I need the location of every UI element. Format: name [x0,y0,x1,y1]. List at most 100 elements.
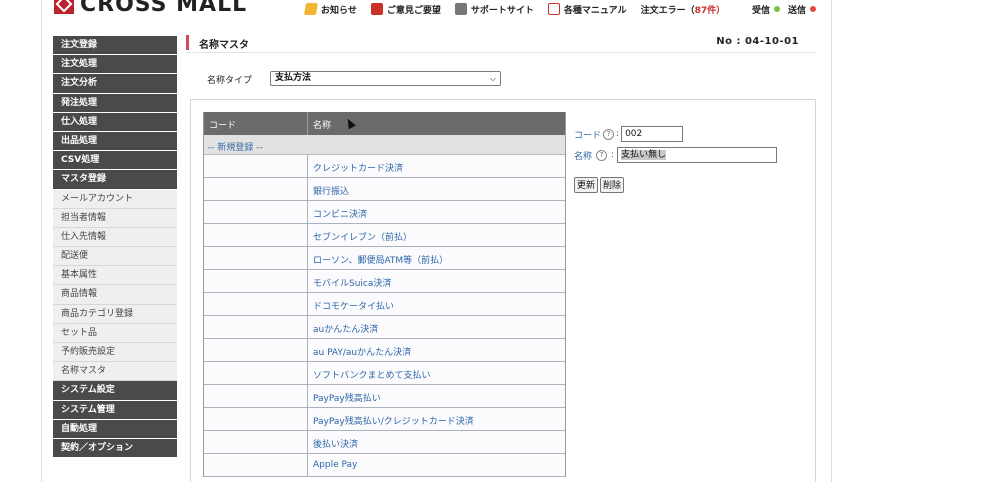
code-colon: : [616,129,620,139]
sidebar-item[interactable]: 注文処理 [53,55,177,75]
header-code: コード [204,112,308,135]
table-row[interactable]: ソフトバンクまとめて支払い [204,362,565,385]
nav-order-error[interactable]: 注文エラー（ 87件） [641,3,726,16]
send-label[interactable]: 送信 [788,3,806,16]
code-cell [204,316,308,338]
name-link[interactable]: コンビニ決済 [308,201,565,223]
name-table: コード 名称 -- 新規登録 -- クレジットカード決済 銀行振込 コンビニ決済 セブ… [203,112,566,477]
sidebar-item[interactable]: CSV処理 [53,151,177,171]
name-link[interactable]: ドコモケータイ払い [308,293,565,315]
help-icon[interactable]: ? [603,128,615,140]
name-link[interactable]: モバイルSuica決済 [308,270,565,292]
nav-manual-label: 各種マニュアル [563,5,627,16]
type-select-value: 支払方法 [275,73,312,83]
table-row[interactable]: auかんたん決済 [204,316,565,339]
code-cell [204,201,308,223]
name-link[interactable]: auかんたん決済 [308,316,565,338]
logo-mark-icon [54,0,74,14]
sidebar-item[interactable]: 自動処理 [53,419,177,439]
code-cell [204,224,308,246]
name-link[interactable]: ローソン、郵便局ATM等（前払） [308,247,565,269]
sidebar-item[interactable]: 出品処理 [53,131,177,152]
sidebar-item[interactable]: 予約販売設定 [53,343,177,363]
sidebar-item[interactable]: 仕入処理 [53,112,177,132]
nav-opinion[interactable]: ご意見ご要望 [370,3,441,16]
nav-manual[interactable]: 各種マニュアル [547,3,627,16]
name-link[interactable]: クレジットカード決済 [308,155,565,177]
name-input[interactable]: 支払い無し [617,147,778,163]
name-colon: : [611,150,615,160]
new-entry-row[interactable]: -- 新規登録 -- [204,135,565,155]
order-error-suffix: ） [716,5,726,16]
name-link[interactable]: ソフトバンクまとめて支払い [308,362,565,384]
sync-status: 受信 送信 [752,0,824,18]
sidebar-item[interactable]: 名称マスタ [53,362,177,382]
nav-news[interactable]: お知らせ [303,3,357,16]
sidebar: 注文登録 注文処理 注文分析 発注処理 仕入処理 出品処理 CSV処理 マスタ登録 メールアカウ… [53,36,177,459]
sidebar-item[interactable]: 注文登録 [53,36,177,56]
sidebar-item[interactable]: セット品 [53,323,177,343]
table-row[interactable]: Apple Pay [204,454,565,477]
table-header: コード 名称 [204,112,565,135]
name-link[interactable]: 銀行振込 [308,178,565,200]
name-link[interactable]: 後払い決済 [308,431,565,453]
sidebar-item[interactable]: システム設定 [53,381,177,401]
page-number: No : 04-10-01 [716,36,799,47]
sidebar-item[interactable]: マスタ登録 [53,170,177,190]
table-row[interactable]: ドコモケータイ払い [204,293,565,316]
sidebar-item[interactable]: 発注処理 [53,93,177,113]
name-input-selection: 支払い無し [621,150,667,160]
update-button[interactable]: 更新 [574,177,599,193]
name-link[interactable]: PayPay残高払い [308,385,565,407]
type-label: 名称タイプ [207,76,253,86]
opinion-box-icon [370,3,383,15]
delete-button[interactable]: 削除 [600,177,625,193]
logo-text: CROSS MALL [80,0,248,17]
support-icon [454,3,467,15]
logo[interactable]: CROSS MALL [54,0,248,17]
sidebar-item[interactable]: 契約／オプション [53,438,177,459]
megaphone-icon [303,3,319,15]
title-bar: 名称マスタ No : 04-10-01 [186,33,815,53]
order-error-label: 注文エラー（ [640,5,695,16]
table-row[interactable]: モバイルSuica決済 [204,270,565,293]
name-link[interactable]: Apple Pay [308,454,565,476]
sidebar-item[interactable]: 商品カテゴリ登録 [53,304,177,324]
code-cell [204,247,308,269]
sidebar-item[interactable]: 担当者情報 [53,208,177,228]
pdf-icon [547,3,560,15]
sidebar-item[interactable]: 商品情報 [53,285,177,305]
sidebar-item[interactable]: 基本属性 [53,266,177,286]
receive-status-icon [774,6,781,12]
nav-support[interactable]: サポートサイト [454,3,534,16]
name-link[interactable]: セブンイレブン（前払） [308,224,565,246]
sidebar-item[interactable]: 配送便 [53,247,177,267]
sidebar-item[interactable]: システム管理 [53,400,177,420]
code-cell [204,293,308,315]
table-row[interactable]: ローソン、郵便局ATM等（前払） [204,247,565,270]
table-body: クレジットカード決済 銀行振込 コンビニ決済 セブンイレブン（前払） ローソン、郵便局A… [204,155,565,477]
name-link[interactable]: PayPay残高払い/クレジットカード決済 [308,408,565,430]
receive-label[interactable]: 受信 [752,3,770,16]
chevron-down-icon: ⌵ [489,74,496,83]
sidebar-item[interactable]: 注文分析 [53,74,177,94]
code-input[interactable]: 002 [621,126,684,142]
table-row[interactable]: PayPay残高払い [204,385,565,408]
table-row[interactable]: PayPay残高払い/クレジットカード決済 [204,408,565,431]
sidebar-item[interactable]: メールアカウント [53,189,177,209]
table-row[interactable]: セブンイレブン（前払） [204,224,565,247]
sidebar-item[interactable]: 仕入先情報 [53,227,177,248]
table-row[interactable]: コンビニ決済 [204,201,565,224]
table-row[interactable]: au PAY/auかんたん決済 [204,339,565,362]
code-cell [204,454,308,476]
type-select[interactable]: 支払方法 ⌵ [270,71,501,86]
table-row[interactable]: 後払い決済 [204,431,565,454]
name-link[interactable]: au PAY/auかんたん決済 [308,339,565,361]
page-title: 名称マスタ [199,40,249,51]
help-icon[interactable]: ? [596,149,608,161]
table-row[interactable]: 銀行振込 [204,178,565,201]
name-label: 名称 [574,151,593,162]
table-row[interactable]: クレジットカード決済 [204,155,565,178]
top-nav: お知らせ ご意見ご要望 サポートサイト 各種マニュアル 注文エラー（ 87件） [303,0,739,18]
code-cell [204,178,308,200]
